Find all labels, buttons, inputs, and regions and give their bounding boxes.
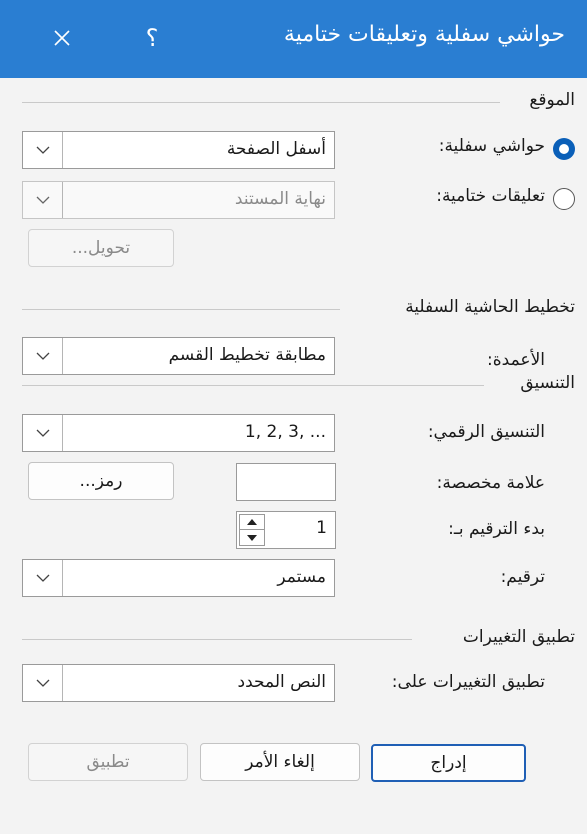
chevron-down-icon [23, 132, 63, 168]
custom-mark-label: علامة مخصصة: [436, 473, 545, 493]
apply-to-value: النص المحدد [237, 672, 326, 692]
spin-down-icon[interactable] [240, 530, 264, 545]
footnotes-location-select[interactable]: أسفل الصفحة [22, 131, 335, 169]
help-icon: ؟ [145, 24, 159, 52]
custom-mark-input[interactable] [236, 463, 336, 501]
footnotes-label: حواشي سفلية: [438, 136, 545, 156]
apply-divider [22, 639, 412, 640]
insert-button[interactable]: إدراج [371, 744, 526, 782]
apply-to-select[interactable]: النص المحدد [22, 664, 335, 702]
help-button[interactable]: ؟ [126, 14, 178, 62]
chevron-down-icon [23, 338, 63, 374]
chevron-down-icon [23, 665, 63, 701]
format-header: التنسيق [520, 373, 575, 393]
endnotes-label: تعليقات ختامية: [436, 186, 545, 206]
number-format-label: التنسيق الرقمي: [427, 422, 545, 442]
footnotes-dialog: حواشي سفلية وتعليقات ختامية ؟ الموقع حوا… [0, 0, 587, 834]
columns-label: الأعمدة: [487, 350, 545, 370]
symbol-button[interactable]: رمز... [28, 462, 174, 500]
columns-value: مطابقة تخطيط القسم [168, 345, 326, 365]
number-format-value: 1, 2, 3, ... [244, 422, 326, 442]
cancel-button[interactable]: إلغاء الأمر [200, 743, 360, 781]
title-bar: حواشي سفلية وتعليقات ختامية ؟ [0, 0, 587, 78]
chevron-down-icon [23, 182, 63, 218]
close-button[interactable] [36, 14, 88, 62]
dialog-title: حواشي سفلية وتعليقات ختامية [283, 22, 565, 47]
numbering-select[interactable]: مستمر [22, 559, 335, 597]
spinner-arrows [239, 514, 265, 546]
chevron-down-icon [23, 560, 63, 596]
endnotes-location-value: نهاية المستند [234, 189, 326, 209]
convert-button[interactable]: تحويل... [28, 229, 174, 267]
chevron-down-icon [23, 415, 63, 451]
endnotes-location-select[interactable]: نهاية المستند [22, 181, 335, 219]
location-divider [22, 102, 500, 103]
start-at-label: بدء الترقيم بـ: [448, 519, 545, 539]
endnotes-radio[interactable] [553, 188, 575, 210]
layout-divider [22, 309, 340, 310]
location-header: الموقع [529, 90, 575, 110]
close-icon [54, 30, 70, 46]
number-format-select[interactable]: 1, 2, 3, ... [22, 414, 335, 452]
spin-up-icon[interactable] [240, 515, 264, 530]
footnotes-radio[interactable] [553, 138, 575, 160]
start-at-spinner[interactable]: 1 [236, 511, 336, 549]
columns-select[interactable]: مطابقة تخطيط القسم [22, 337, 335, 375]
numbering-value: مستمر [277, 567, 326, 587]
apply-button[interactable]: تطبيق [28, 743, 188, 781]
format-divider [22, 385, 484, 386]
start-at-value: 1 [316, 518, 327, 538]
footnotes-location-value: أسفل الصفحة [226, 139, 326, 159]
apply-to-label: تطبيق التغييرات على: [391, 672, 545, 692]
numbering-label: ترقيم: [500, 567, 545, 587]
layout-header: تخطيط الحاشية السفلية [405, 297, 575, 317]
apply-header: تطبيق التغييرات [462, 627, 575, 647]
